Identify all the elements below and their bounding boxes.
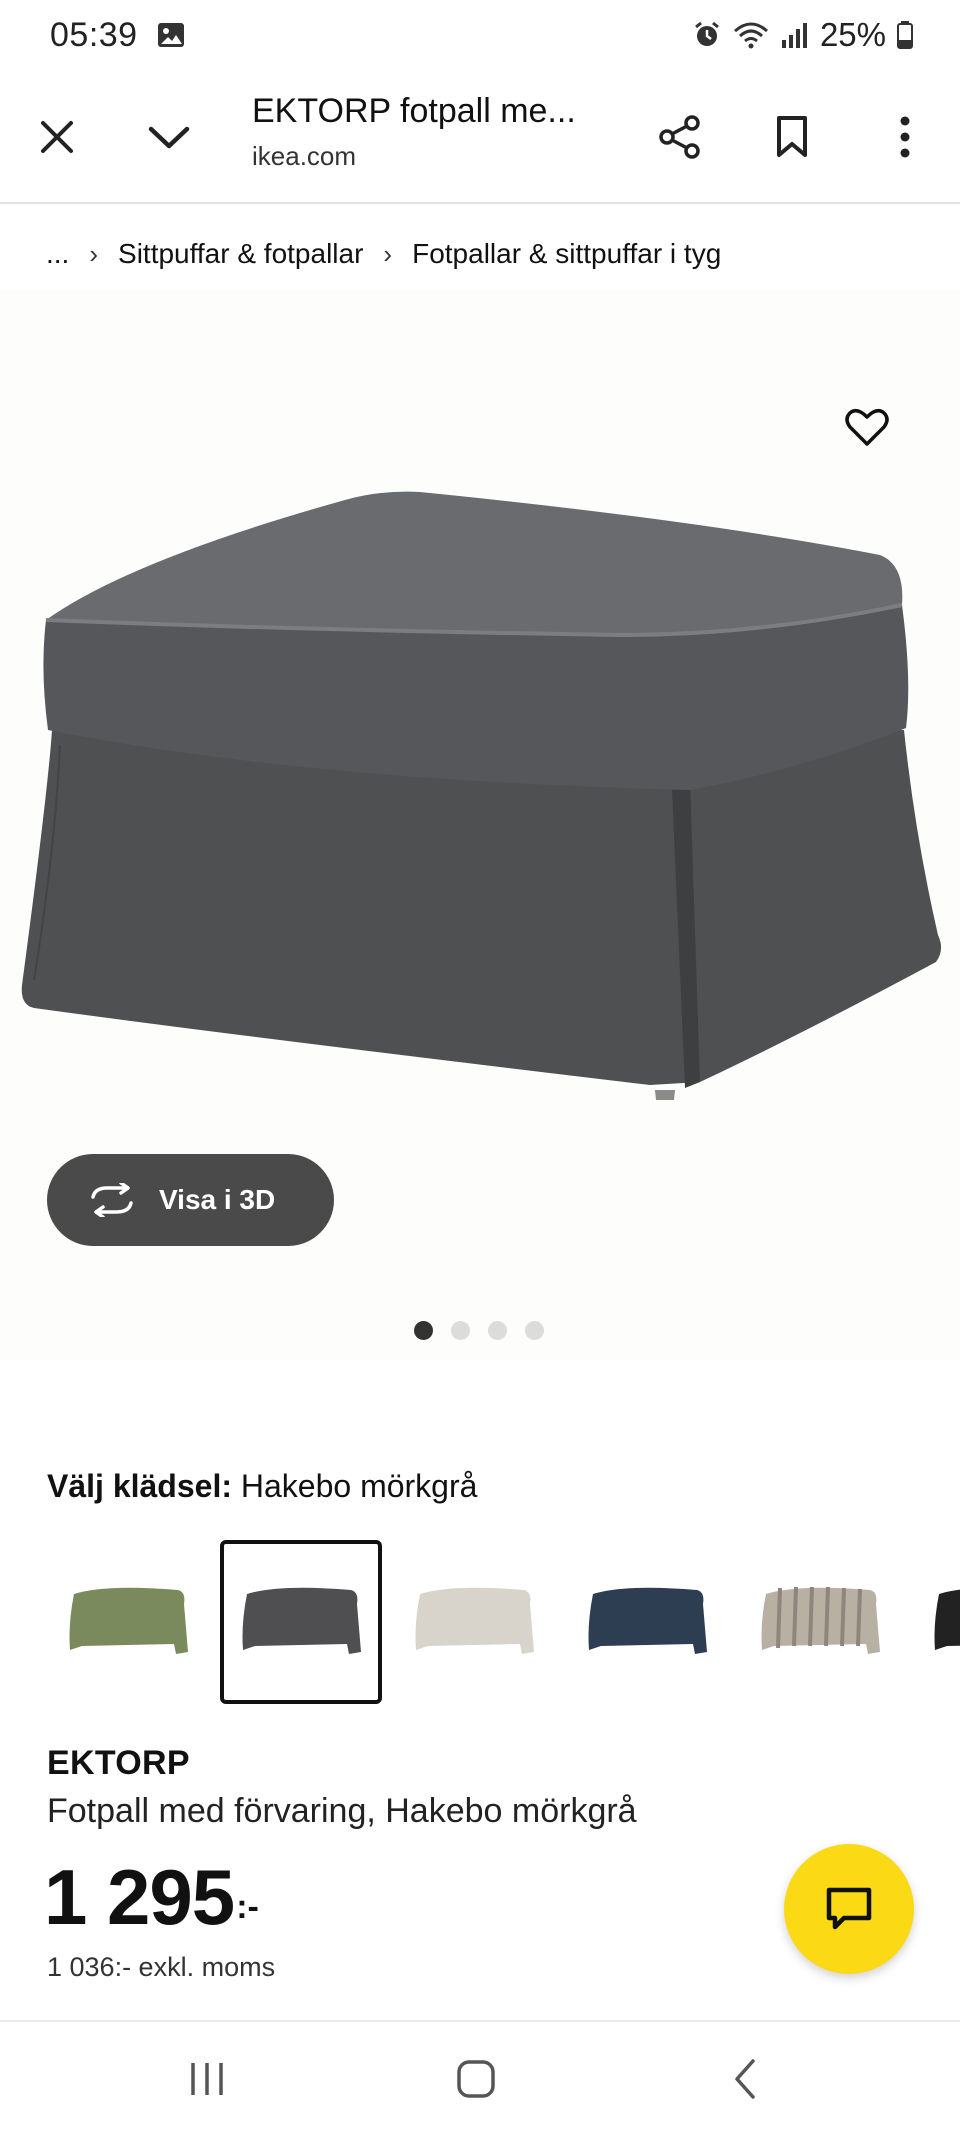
page-domain: ikea.com: [252, 141, 357, 171]
signal-icon: [781, 23, 807, 48]
swatch-thumbnail: [415, 1587, 534, 1654]
url-title-area[interactable]: EKTORP fotpall me... ikea.com: [252, 92, 592, 172]
system-navigation-bar: [0, 2020, 960, 2133]
swatch-dark-gray[interactable]: [220, 1540, 382, 1704]
alarm-icon: [695, 21, 719, 46]
minimize-button[interactable]: [124, 70, 214, 204]
recent-apps-button[interactable]: [147, 2022, 267, 2133]
gallery-icon: [157, 23, 184, 47]
price-amount: 1 295: [44, 1853, 235, 1941]
close-tab-button[interactable]: [12, 70, 102, 204]
pagination-dot[interactable]: [525, 1321, 544, 1340]
view-3d-button[interactable]: Visa i 3D: [47, 1154, 334, 1246]
chat-button[interactable]: [784, 1844, 914, 1974]
product-brand: EKTORP: [47, 1744, 190, 1782]
more-options-button[interactable]: [860, 70, 950, 204]
back-icon: [735, 2058, 755, 2099]
browser-toolbar: EKTORP fotpall me... ikea.com: [0, 70, 960, 204]
status-icons: 25%: [692, 16, 914, 54]
swatch-black[interactable]: [912, 1540, 960, 1704]
bookmark-button[interactable]: [747, 70, 837, 204]
close-icon: [41, 121, 73, 153]
bookmark-icon: [777, 116, 807, 157]
share-icon: [659, 115, 700, 159]
product-description: Fotpall med förvaring, Hakebo mörkgrå: [47, 1792, 637, 1830]
back-button[interactable]: [686, 2022, 806, 2133]
home-button[interactable]: [416, 2022, 536, 2133]
view-3d-label: Visa i 3D: [159, 1184, 276, 1215]
swatch-dark-blue[interactable]: [566, 1540, 728, 1704]
swatch-green[interactable]: [47, 1540, 209, 1704]
chevron-right-icon: ›: [383, 238, 393, 269]
swatch-beige[interactable]: [393, 1540, 555, 1704]
gallery-pagination: [414, 1321, 544, 1340]
breadcrumb-item-sittpuffar[interactable]: Sittpuffar & fotpallar: [118, 238, 363, 270]
variant-label-title: Välj klädsel:: [47, 1468, 232, 1504]
pagination-dot[interactable]: [414, 1321, 433, 1340]
chevron-down-icon: [148, 126, 190, 149]
breadcrumb-item-fotpallar[interactable]: Fotpallar & sittpuffar i tyg: [412, 238, 721, 270]
chat-icon: [826, 1887, 872, 1930]
swatch-striped[interactable]: [739, 1540, 901, 1704]
swatch-thumbnail: [588, 1587, 707, 1654]
battery-icon: [897, 21, 913, 49]
chevron-right-icon: ›: [89, 238, 99, 269]
variant-label-value: Hakebo mörkgrå: [240, 1468, 478, 1504]
breadcrumb: ... › Sittpuffar & fotpallar › Fotpallar…: [46, 238, 721, 270]
pagination-dot[interactable]: [451, 1321, 470, 1340]
breadcrumb-ellipsis[interactable]: ...: [46, 238, 69, 270]
variant-label: Välj klädsel: Hakebo mörkgrå: [47, 1468, 477, 1505]
price-suffix: :-: [236, 1888, 259, 1926]
swatch-thumbnail: [761, 1586, 880, 1654]
recent-apps-icon: [191, 2062, 223, 2095]
swatch-thumbnail: [934, 1589, 960, 1650]
pagination-dot[interactable]: [488, 1321, 507, 1340]
more-vertical-icon: [900, 116, 910, 158]
share-button[interactable]: [635, 70, 725, 204]
swatch-thumbnail: [69, 1587, 188, 1654]
heart-icon: [845, 409, 889, 446]
variant-swatches: [47, 1540, 960, 1706]
home-icon: [457, 2059, 495, 2098]
page-title: EKTORP fotpall me...: [252, 92, 576, 130]
status-bar: 05:39 25%: [0, 0, 960, 70]
wifi-icon: [733, 22, 768, 49]
battery-percentage: 25%: [819, 16, 886, 53]
favorite-button[interactable]: [840, 400, 894, 454]
swatch-thumbnail: [242, 1587, 361, 1654]
rotate-3d-icon: [91, 1183, 133, 1217]
status-time: 05:39: [50, 15, 138, 54]
product-price: 1 295 :-: [44, 1852, 259, 1943]
price-excl-vat: 1 036:- exkl. moms: [47, 1952, 276, 1982]
